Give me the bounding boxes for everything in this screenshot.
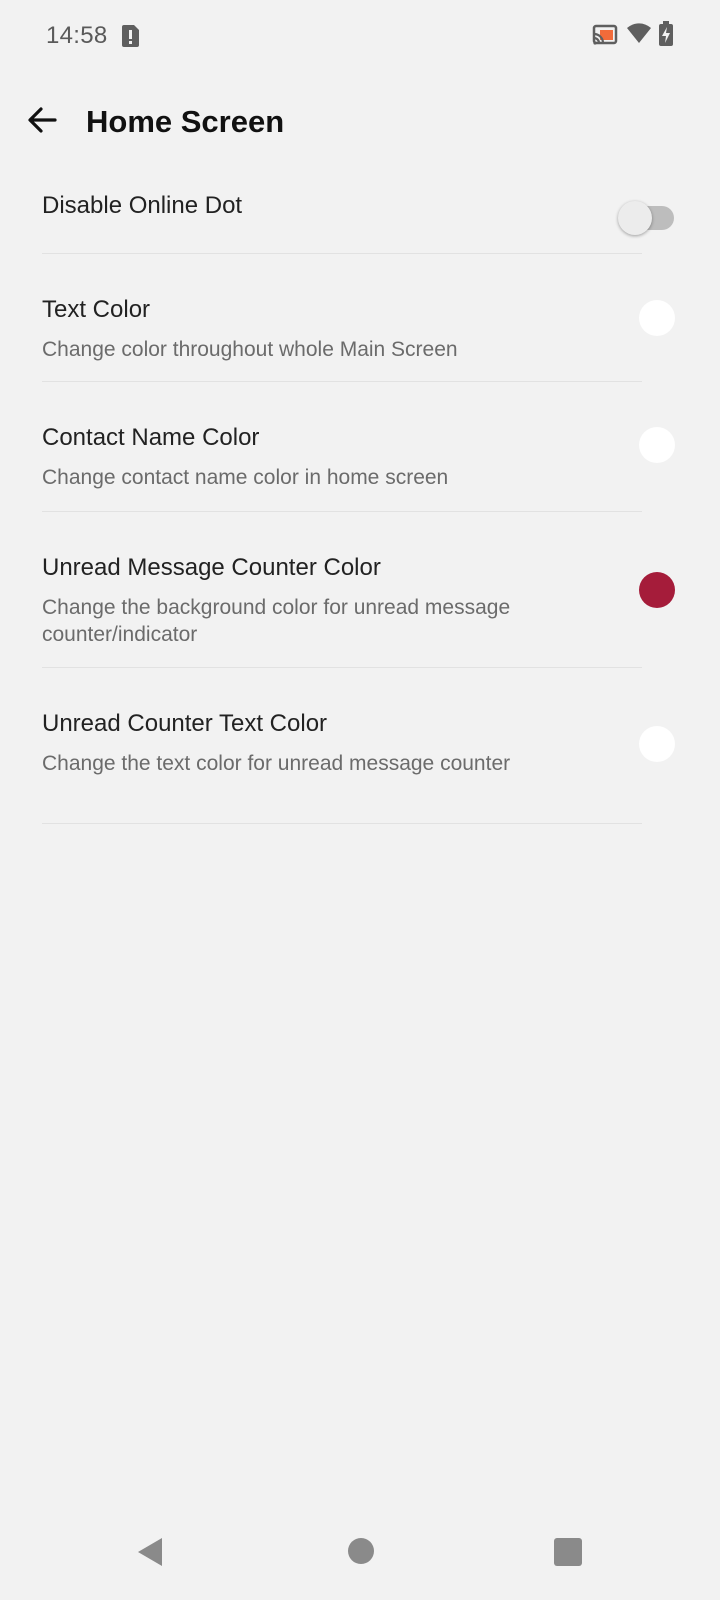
- back-button[interactable]: [16, 94, 68, 146]
- setting-unread-counter-text-color[interactable]: Unread Counter Text Color Change the tex…: [0, 668, 720, 824]
- setting-summary: Change the background color for unread m…: [42, 596, 511, 646]
- setting-text-color[interactable]: Text Color Change color throughout whole…: [0, 254, 720, 382]
- setting-title: Text Color: [42, 296, 151, 323]
- sim-alert-icon: [120, 24, 140, 53]
- setting-title: Contact Name Color: [42, 424, 260, 451]
- cast-icon: [592, 24, 618, 51]
- nav-back-icon[interactable]: [136, 1536, 166, 1573]
- arrow-back-icon: [28, 107, 57, 133]
- setting-summary: Change the text color for unread message…: [42, 752, 511, 775]
- setting-unread-message-counter-color[interactable]: Unread Message Counter Color Change the …: [0, 512, 720, 668]
- battery-charging-icon: [658, 21, 674, 52]
- wifi-icon: [626, 22, 652, 49]
- navigation-bar: [0, 1520, 720, 1600]
- online-dot-toggle[interactable]: [618, 201, 674, 235]
- app-bar: Home Screen: [0, 84, 720, 156]
- settings-list: Disable Online Dot Text Color Change col…: [0, 168, 720, 824]
- color-swatch[interactable]: [639, 427, 675, 463]
- color-swatch[interactable]: [639, 726, 675, 762]
- status-time: 14:58: [46, 22, 108, 49]
- screen: 14:58 Home Screen Disable Online Dot Tex…: [0, 0, 720, 1600]
- setting-summary: Change color throughout whole Main Scree…: [42, 338, 458, 361]
- status-bar: 14:58: [0, 0, 720, 72]
- nav-recents-icon[interactable]: [554, 1538, 582, 1566]
- setting-disable-online-dot[interactable]: Disable Online Dot: [0, 168, 720, 254]
- setting-title: Disable Online Dot: [42, 192, 243, 219]
- toggle-thumb: [618, 201, 652, 235]
- setting-contact-name-color[interactable]: Contact Name Color Change contact name c…: [0, 382, 720, 512]
- setting-title: Unread Counter Text Color: [42, 710, 328, 737]
- nav-home-icon[interactable]: [348, 1538, 374, 1564]
- setting-title: Unread Message Counter Color: [42, 554, 381, 581]
- color-swatch[interactable]: [639, 572, 675, 608]
- color-swatch[interactable]: [639, 300, 675, 336]
- page-title: Home Screen: [86, 104, 285, 139]
- divider: [42, 823, 642, 824]
- setting-summary: Change contact name color in home screen: [42, 466, 449, 489]
